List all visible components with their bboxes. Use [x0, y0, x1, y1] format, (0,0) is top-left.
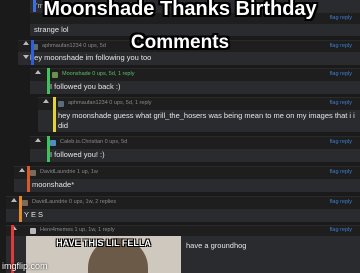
comment-meta: Moonshade 0 ups, 5d, 1 reply	[62, 71, 135, 77]
upvote-icon[interactable]	[35, 138, 41, 142]
vote-arrows[interactable]	[42, 99, 51, 103]
upvote-icon[interactable]	[19, 168, 25, 172]
upvote-icon[interactable]	[35, 70, 41, 74]
thread-line	[27, 166, 30, 192]
avatar	[30, 228, 36, 234]
meme-title-line-1: Moonshade Thanks Birthday	[43, 0, 317, 20]
flag-reply-link[interactable]: flag reply	[330, 139, 352, 145]
avatar	[30, 170, 36, 176]
image-caption: HAVE THIS LIL FELLA	[56, 238, 151, 248]
vote-arrows[interactable]	[34, 70, 43, 74]
vote-arrows[interactable]	[10, 198, 19, 202]
avatar	[22, 200, 28, 206]
flag-reply-link[interactable]: flag reply	[330, 71, 352, 77]
meme-title-line-2: Comments	[130, 32, 230, 53]
flag-reply-link[interactable]: flag reply	[330, 199, 352, 205]
comment-body: moonshade*	[14, 179, 360, 192]
comment-header: DavidLaundrie 0 ups, 1w, 2 replies flag …	[6, 196, 360, 210]
comment-text: hey moonshade guess what grill_the_hoser…	[58, 111, 355, 130]
comment-meta: DavidLaundrie 0 ups, 1w, 2 replies	[32, 199, 117, 205]
flag-reply-link[interactable]: flag reply	[330, 169, 352, 175]
comment-meta: Here4memes 1 up, 1w, 1 reply	[40, 227, 115, 233]
thread-line	[19, 196, 22, 222]
comment-body: I followed you! :)	[30, 149, 360, 162]
vote-arrows[interactable]	[18, 168, 27, 172]
comment-body: Y E S	[6, 209, 360, 222]
comment-text: I followed you! :)	[50, 150, 105, 159]
comment-body: hey moonshade guess what grill_the_hoser…	[38, 110, 360, 132]
thread-line	[53, 97, 56, 132]
flag-reply-link[interactable]: flag reply	[330, 227, 352, 233]
comment-header: Caleb.is.Christian 0 ups, 5d flag reply	[30, 136, 360, 150]
comment-body: I followed you back :)	[30, 81, 360, 94]
comment-meta: DavidLaundrie 1 up, 1w	[40, 169, 98, 175]
avatar	[50, 140, 56, 146]
upvote-icon[interactable]	[43, 99, 49, 103]
upvote-icon[interactable]	[11, 198, 17, 202]
comment-meta: aphmaufan1234 0 ups, 5d, 1 reply	[68, 100, 152, 106]
imgflip-watermark: imgflip.com	[2, 261, 48, 271]
comment-meta: Caleb.is.Christian 0 ups, 5d	[60, 139, 128, 145]
comment-header: aphmaufan1234 0 ups, 5d, 1 reply flag re…	[38, 97, 360, 111]
comment-header: Moonshade 0 ups, 5d, 1 reply flag reply	[30, 68, 360, 82]
thread-line	[47, 136, 50, 162]
comment-text: have a groundhog	[186, 241, 247, 250]
flag-reply-link[interactable]: flag reply	[330, 100, 352, 106]
thread-line	[47, 68, 50, 94]
comment-header: DavidLaundrie 1 up, 1w flag reply	[14, 166, 360, 180]
comment-text: Y E S	[24, 210, 44, 219]
groundhog-image[interactable]: HAVE THIS LIL FELLA	[26, 236, 181, 273]
vote-arrows[interactable]	[34, 138, 43, 142]
downvote-icon[interactable]	[23, 55, 29, 59]
avatar	[52, 72, 58, 78]
comment-text: hey moonshade im following you too	[30, 53, 152, 62]
avatar	[58, 101, 64, 107]
